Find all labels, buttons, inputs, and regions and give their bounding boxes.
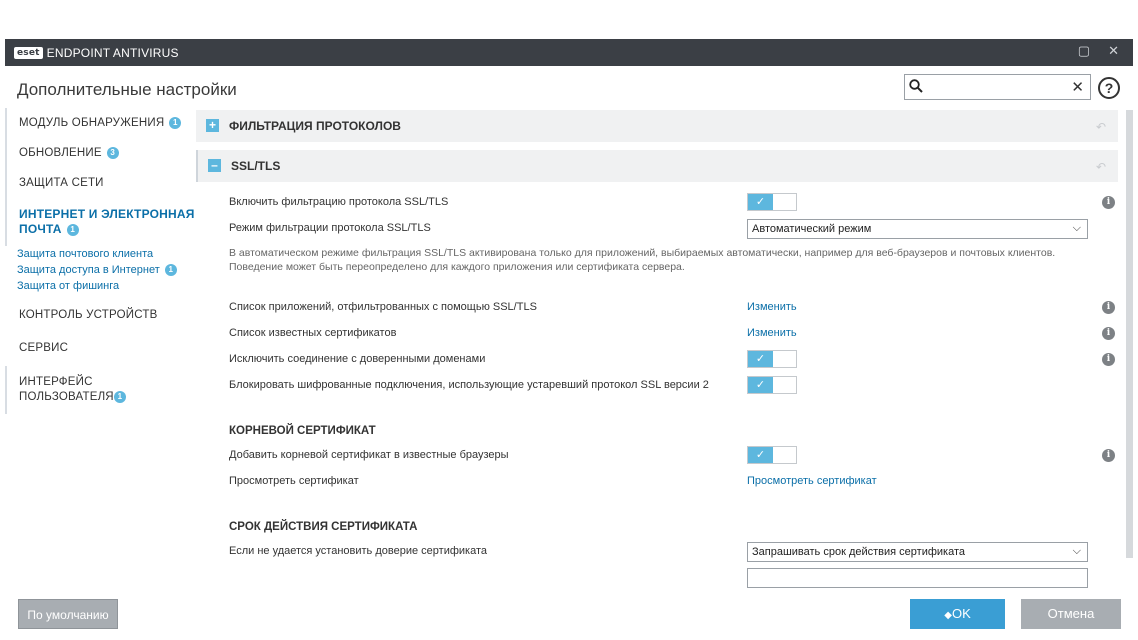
cancel-button[interactable]: Отмена — [1021, 599, 1121, 629]
exclude-trusted-toggle[interactable]: ✓ — [747, 350, 797, 368]
settings-content: + ФИЛЬТРАЦИЯ ПРОТОКОЛОВ ↶ – SSL/TLS ↶ Вк… — [196, 110, 1118, 600]
view-cert-link[interactable]: Просмотреть сертификат — [747, 475, 877, 487]
setting-label: Включить фильтрацию протокола SSL/TLS — [229, 196, 449, 208]
sidebar-item-detection[interactable]: МОДУЛЬ ОБНАРУЖЕНИЯ 1 — [5, 108, 195, 139]
section-title: SSL/TLS — [231, 159, 281, 173]
shield-icon: ◆ — [944, 610, 952, 621]
expand-icon[interactable]: + — [206, 119, 219, 132]
block-ssl2-toggle[interactable]: ✓ — [747, 376, 797, 394]
enable-filter-toggle[interactable]: ✓ — [747, 193, 797, 211]
settings-window: Дополнительные настройки ✕ ? МОДУЛЬ ОБНА… — [5, 66, 1133, 640]
help-icon[interactable]: ? — [1098, 77, 1120, 99]
sidebar-item-update[interactable]: ОБНОВЛЕНИЕ 3 — [5, 138, 195, 169]
app-title: ENDPOINT ANTIVIRUS — [46, 45, 179, 60]
setting-label: Исключить соединение с доверенными домен… — [229, 353, 486, 365]
setting-label: Режим фильтрации протокола SSL/TLS — [229, 222, 431, 234]
edit-known-certs-link[interactable]: Изменить — [747, 327, 797, 339]
setting-row-untrusted: Если не удается установить доверие серти… — [196, 539, 1118, 565]
close-icon[interactable]: ✕ — [1108, 43, 1119, 59]
sidebar-item-device-control[interactable]: КОНТРОЛЬ УСТРОЙСТВ — [5, 300, 195, 330]
title-bar: eset ENDPOINT ANTIVIRUS ▢ ✕ — [5, 39, 1133, 66]
setting-row-app-list: Список приложений, отфильтрованных с пом… — [196, 295, 1118, 321]
reset-icon[interactable]: ↶ — [1096, 120, 1106, 134]
check-icon: ✓ — [748, 377, 773, 393]
restore-icon[interactable]: ▢ — [1078, 43, 1090, 59]
setting-label: Добавить корневой сертификат в известные… — [229, 449, 509, 461]
filter-mode-select[interactable]: Автоматический режим ⌵ — [747, 219, 1088, 239]
validity-heading: СРОК ДЕЙСТВИЯ СЕРТИФИКАТА — [229, 521, 418, 533]
notification-badge: 1 — [66, 223, 79, 236]
setting-row-known-certs: Список известных сертификатов Изменить i — [196, 321, 1118, 347]
partial-select[interactable] — [747, 568, 1088, 588]
setting-row-view-cert: Просмотреть сертификат Просмотреть серти… — [196, 469, 1118, 495]
sidebar-item-tools[interactable]: СЕРВИС — [5, 333, 195, 363]
eset-logo-icon: eset — [14, 46, 43, 59]
section-title: ФИЛЬТРАЦИЯ ПРОТОКОЛОВ — [229, 119, 401, 133]
notification-badge: 1 — [164, 264, 177, 277]
info-icon[interactable]: i — [1102, 301, 1115, 314]
sidebar-subitem-email-client[interactable]: Защита почтового клиента — [5, 246, 195, 262]
search-input[interactable]: ✕ — [904, 74, 1091, 100]
notification-badge: 1 — [169, 117, 182, 129]
check-icon: ✓ — [748, 447, 773, 463]
sidebar: МОДУЛЬ ОБНАРУЖЕНИЯ 1 ОБНОВЛЕНИЕ 3 ЗАЩИТА С… — [5, 108, 195, 415]
setting-label: Просмотреть сертификат — [229, 475, 359, 487]
setting-label: Список приложений, отфильтрованных с пом… — [229, 301, 537, 313]
add-root-toggle[interactable]: ✓ — [747, 446, 797, 464]
setting-label: Если не удается установить доверие серти… — [229, 545, 487, 557]
notification-badge: 3 — [106, 147, 119, 160]
check-icon: ✓ — [748, 351, 773, 367]
reset-icon[interactable]: ↶ — [1096, 160, 1106, 174]
sidebar-subitem-web-access[interactable]: Защита доступа в Интернет 1 — [5, 262, 195, 278]
info-icon[interactable]: i — [1102, 327, 1115, 340]
check-icon: ✓ — [748, 194, 773, 210]
info-icon[interactable]: i — [1102, 353, 1115, 366]
setting-label: Блокировать шифрованные подключения, исп… — [229, 379, 709, 391]
sidebar-item-user-interface[interactable]: ИНТЕРФЕЙС ПОЛЬЗОВАТЕЛЯ 1 — [5, 366, 195, 415]
filter-mode-description: В автоматическом режиме фильтрация SSL/T… — [229, 247, 1056, 273]
setting-row-exclude-trusted: Исключить соединение с доверенными домен… — [196, 347, 1118, 373]
setting-row-enable-filter: Включить фильтрацию протокола SSL/TLS ✓ … — [196, 190, 1118, 216]
info-icon[interactable]: i — [1102, 449, 1115, 462]
edit-app-list-link[interactable]: Изменить — [747, 301, 797, 313]
setting-row-block-ssl2: Блокировать шифрованные подключения, исп… — [196, 373, 1118, 399]
chevron-down-icon: ⌵ — [1072, 222, 1081, 234]
sidebar-item-web-email[interactable]: ИНТЕРНЕТ И ЭЛЕКТРОННАЯ ПОЧТА 1 — [5, 198, 195, 247]
info-icon[interactable]: i — [1102, 196, 1115, 209]
section-ssl-tls[interactable]: – SSL/TLS ↶ — [196, 150, 1118, 182]
chevron-down-icon: ⌵ — [1072, 545, 1081, 557]
setting-row-partial — [196, 565, 1118, 591]
sidebar-item-network[interactable]: ЗАЩИТА СЕТИ — [5, 168, 195, 199]
page-title: Дополнительные настройки — [17, 80, 237, 99]
setting-label: Список известных сертификатов — [229, 327, 397, 339]
notification-badge: 1 — [114, 391, 126, 404]
setting-row-filter-mode: Режим фильтрации протокола SSL/TLS Автом… — [196, 216, 1118, 242]
scrollbar[interactable] — [1126, 110, 1133, 558]
untrusted-cert-select[interactable]: Запрашивать срок действия сертификата ⌵ — [747, 542, 1088, 562]
collapse-icon[interactable]: – — [208, 159, 221, 172]
root-cert-heading: КОРНЕВОЙ СЕРТИФИКАТ — [229, 425, 376, 437]
search-icon — [909, 79, 923, 93]
sidebar-subitem-antiphishing[interactable]: Защита от фишинга — [5, 278, 195, 294]
top-gap — [0, 0, 1138, 39]
setting-row-add-root: Добавить корневой сертификат в известные… — [196, 443, 1118, 469]
ok-button[interactable]: ◆OK — [910, 599, 1005, 629]
default-button[interactable]: По умолчанию — [18, 599, 118, 629]
section-protocol-filtering[interactable]: + ФИЛЬТРАЦИЯ ПРОТОКОЛОВ ↶ — [196, 110, 1118, 142]
app-logo: eset ENDPOINT ANTIVIRUS — [14, 46, 179, 60]
clear-search-icon[interactable]: ✕ — [1071, 78, 1084, 96]
